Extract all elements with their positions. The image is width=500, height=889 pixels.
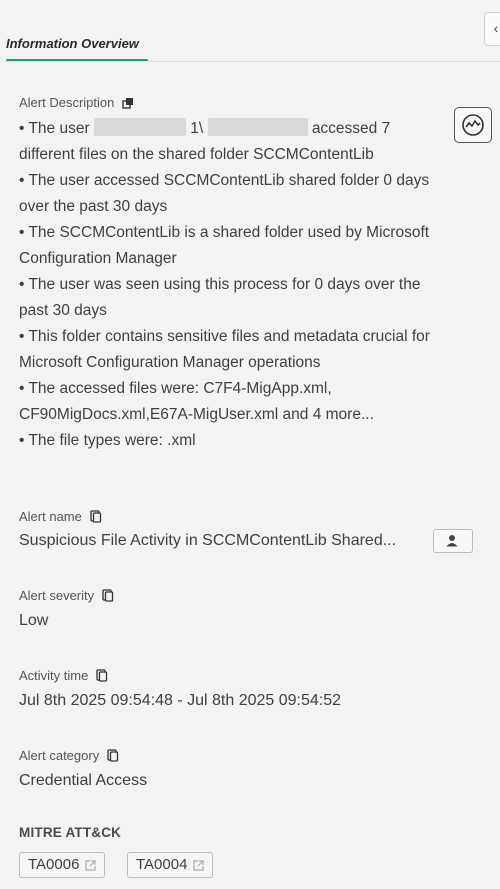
mitre-tag-label: TA0006 bbox=[28, 856, 80, 873]
copy-icon[interactable] bbox=[107, 749, 119, 762]
activity-chart-button[interactable] bbox=[454, 107, 492, 143]
user-icon bbox=[446, 535, 458, 547]
redacted-text bbox=[93, 118, 186, 136]
alert-description: • The user 1\ accessed 7 different files… bbox=[19, 116, 444, 454]
alert-name-label: Alert name bbox=[19, 509, 102, 524]
description-line: • This folder contains sensitive files a… bbox=[19, 328, 430, 371]
description-line: • The SCCMContentLib is a shared folder … bbox=[19, 224, 430, 267]
alert-severity-value: Low bbox=[19, 612, 49, 629]
alert-category-value: Credential Access bbox=[19, 772, 148, 789]
copy-icon[interactable] bbox=[90, 510, 102, 523]
tab-bar: Information Overview ‹ bbox=[0, 0, 500, 62]
alert-category-label-text: Alert category bbox=[19, 748, 100, 763]
copy-icon[interactable] bbox=[102, 589, 114, 602]
description-text: 1\ bbox=[190, 120, 204, 137]
alert-name-label-text: Alert name bbox=[19, 509, 82, 524]
mitre-title: MITRE ATT&CK bbox=[19, 825, 122, 840]
description-line: • The user 1\ accessed 7 different files… bbox=[19, 116, 444, 168]
collapse-panel-button[interactable]: ‹ bbox=[484, 12, 500, 46]
mitre-tag-link[interactable]: TA0004 bbox=[127, 852, 214, 878]
chevron-left-icon: ‹ bbox=[493, 20, 499, 36]
mitre-tag-label: TA0004 bbox=[136, 856, 188, 873]
copy-icon[interactable] bbox=[96, 669, 108, 682]
activity-time-label: Activity time bbox=[19, 668, 108, 683]
description-line: • The file types were: .xml bbox=[19, 432, 196, 449]
alert-category-label: Alert category bbox=[19, 748, 119, 763]
alert-name-value: Suspicious File Activity in SCCMContentL… bbox=[19, 532, 397, 549]
popout-icon[interactable] bbox=[122, 97, 134, 109]
description-line: • The user was seen using this process f… bbox=[19, 276, 421, 319]
alert-severity-label-text: Alert severity bbox=[19, 588, 95, 603]
activity-chart-icon bbox=[462, 114, 484, 136]
tab-information-overview[interactable]: Information Overview bbox=[6, 36, 139, 51]
mitre-tag-link[interactable]: TA0006 bbox=[19, 852, 106, 878]
description-line: • The user accessed SCCMContentLib share… bbox=[19, 172, 430, 215]
external-link-icon bbox=[193, 859, 205, 871]
redacted-text bbox=[207, 118, 308, 136]
user-button[interactable] bbox=[433, 529, 473, 553]
activity-time-value: Jul 8th 2025 09:54:48 - Jul 8th 2025 09:… bbox=[19, 692, 342, 709]
tab-divider bbox=[6, 61, 500, 62]
description-line: • The accessed files were: C7F4-MigApp.x… bbox=[19, 380, 374, 423]
external-link-icon bbox=[85, 859, 97, 871]
alert-description-label: Alert Description bbox=[19, 95, 134, 110]
activity-time-label-text: Activity time bbox=[19, 668, 89, 683]
alert-severity-label: Alert severity bbox=[19, 588, 114, 603]
alert-description-label-text: Alert Description bbox=[19, 95, 115, 110]
description-text: • The user bbox=[19, 120, 90, 137]
